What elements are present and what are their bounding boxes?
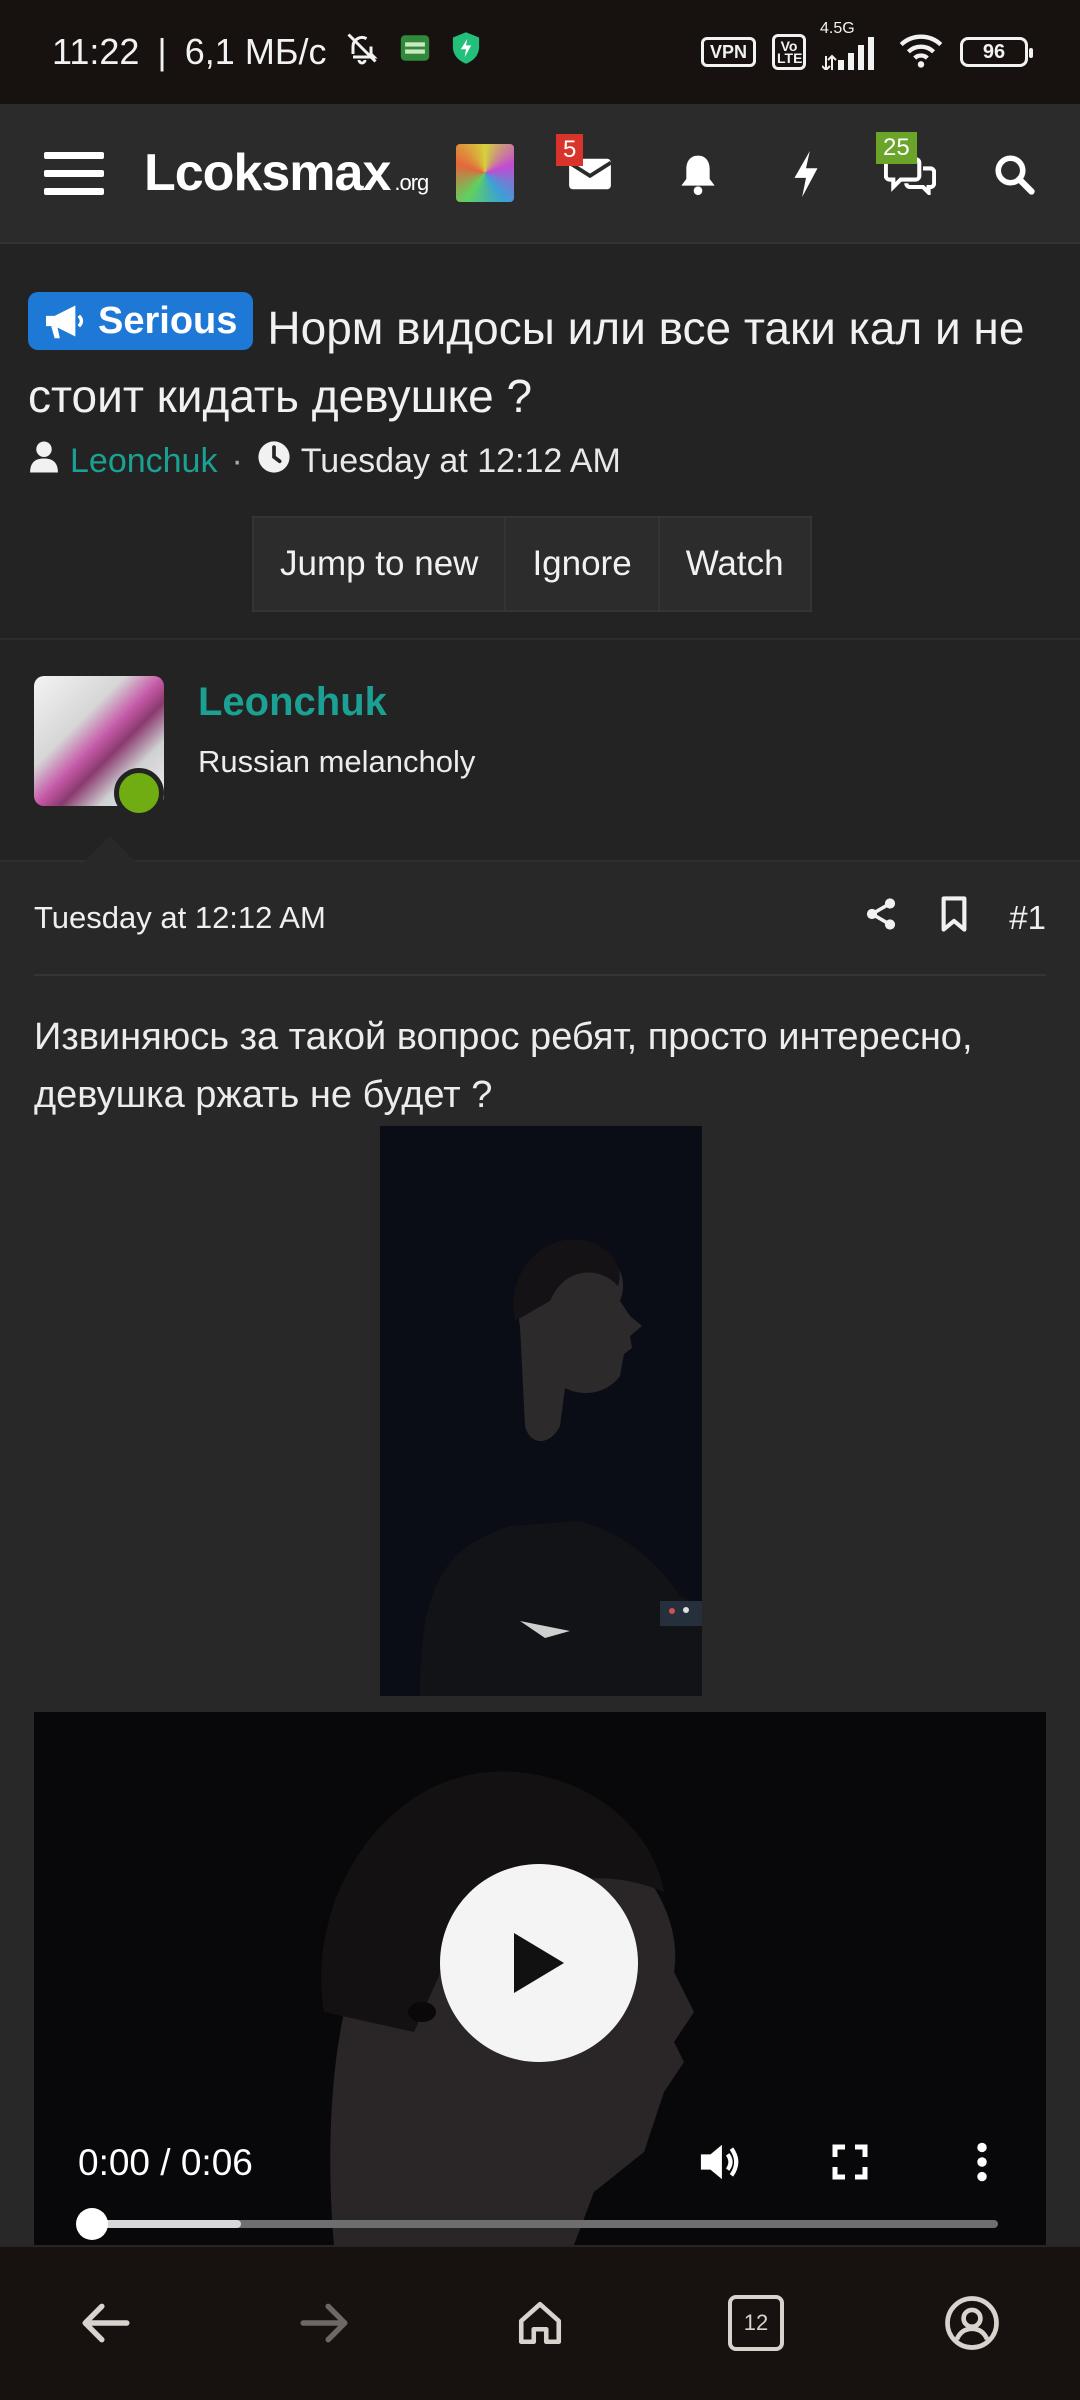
user-title: Russian melancholy bbox=[198, 744, 476, 779]
video-scrubber-handle[interactable] bbox=[76, 2208, 108, 2240]
more-options-icon[interactable] bbox=[952, 2132, 1012, 2192]
play-icon bbox=[514, 1933, 564, 1993]
clock: 11:22 bbox=[52, 31, 140, 72]
menu-icon[interactable] bbox=[44, 151, 104, 195]
user-name-link[interactable]: Leonchuk bbox=[198, 680, 387, 725]
inbox-count-badge: 5 bbox=[556, 134, 584, 166]
thread-action-buttons: Jump to new Ignore Watch bbox=[252, 516, 812, 612]
volume-icon[interactable] bbox=[690, 2132, 750, 2192]
prefix-text: Serious bbox=[98, 300, 238, 342]
profile-button[interactable] bbox=[936, 2287, 1008, 2359]
play-button[interactable] bbox=[440, 1864, 638, 2062]
ignore-button[interactable]: Ignore bbox=[506, 518, 660, 610]
post-actions: #1 bbox=[863, 895, 1046, 941]
vpn-icon: VPN bbox=[700, 37, 756, 67]
bookmark-icon[interactable] bbox=[939, 895, 969, 941]
logo-text: Lcoksmax bbox=[144, 144, 391, 202]
home-icon bbox=[518, 2301, 562, 2345]
user-block-caret bbox=[84, 836, 136, 862]
home-button[interactable] bbox=[504, 2287, 576, 2359]
profile-icon bbox=[945, 2296, 999, 2350]
battery-indicator: 96 bbox=[960, 37, 1033, 67]
post-message: Tuesday at 12:12 AM #1 Извиняюсь за тако… bbox=[0, 862, 1080, 2245]
clock-icon bbox=[257, 440, 291, 483]
user-icon bbox=[28, 440, 60, 483]
conversations-button[interactable]: 25 bbox=[876, 132, 940, 204]
app-notification-icon bbox=[398, 31, 432, 74]
video-buffered-fill bbox=[92, 2220, 242, 2228]
post-body-text: Извиняюсь за такой вопрос ребят, просто … bbox=[34, 1016, 973, 1116]
volte-icon: Vo LTE bbox=[772, 34, 806, 70]
post-date[interactable]: Tuesday at 12:12 AM bbox=[34, 900, 326, 936]
tabs-button[interactable]: 12 bbox=[720, 2287, 792, 2359]
attached-photo[interactable] bbox=[380, 1126, 702, 1696]
site-logo[interactable]: Lcoksmax .org bbox=[144, 143, 429, 203]
logo-suffix: .org bbox=[394, 170, 429, 195]
network-type: 4.5G bbox=[820, 20, 855, 37]
search-icon bbox=[995, 155, 1035, 195]
system-status-bar: 11:22 | 6,1 МБ/с VPN Vo LTE 4.5G 96 bbox=[0, 0, 1080, 104]
browser-bottom-bar: 12 bbox=[0, 2245, 1080, 2400]
tab-count: 12 bbox=[728, 2295, 784, 2351]
share-icon[interactable] bbox=[863, 896, 899, 940]
thread-title: Serious Норм видосы или все таки кал и н… bbox=[28, 292, 1058, 430]
mute-bell-icon bbox=[344, 30, 380, 75]
thread-prefix-label[interactable]: Serious bbox=[28, 292, 254, 350]
signal-icon: 4.5G bbox=[820, 20, 882, 70]
alerts-button[interactable] bbox=[668, 144, 728, 204]
video-time: 0:00 / 0:06 bbox=[78, 2142, 253, 2183]
megaphone-icon bbox=[46, 305, 84, 339]
inbox-button[interactable]: 5 bbox=[556, 134, 620, 204]
thread-header: Serious Норм видосы или все таки кал и н… bbox=[0, 244, 1080, 640]
whats-new-button[interactable] bbox=[776, 144, 836, 204]
account-avatar[interactable] bbox=[456, 144, 515, 202]
wifi-icon bbox=[898, 32, 944, 73]
conversations-count-badge: 25 bbox=[876, 132, 917, 164]
meta-separator: · bbox=[231, 442, 243, 480]
post-number-link[interactable]: #1 bbox=[1009, 899, 1046, 937]
jump-to-new-button[interactable]: Jump to new bbox=[254, 518, 507, 610]
fullscreen-icon[interactable] bbox=[820, 2132, 880, 2192]
status-separator: | bbox=[157, 31, 167, 72]
video-progress-bar[interactable] bbox=[76, 2208, 998, 2240]
shield-icon bbox=[450, 31, 482, 74]
search-button[interactable] bbox=[984, 144, 1044, 204]
arrow-right-icon bbox=[300, 2303, 348, 2343]
arrow-left-icon bbox=[82, 2303, 130, 2343]
video-player[interactable]: 0:00 / 0:06 bbox=[34, 1712, 1046, 2245]
photo-content bbox=[380, 1126, 702, 1696]
back-button[interactable] bbox=[70, 2287, 142, 2359]
lightning-icon bbox=[794, 151, 818, 197]
thread-meta: Leonchuk · Tuesday at 12:12 AM bbox=[28, 440, 621, 483]
post-meta-bar: Tuesday at 12:12 AM #1 bbox=[34, 862, 1046, 976]
thread-start-date[interactable]: Tuesday at 12:12 AM bbox=[301, 442, 621, 481]
thread-author-link[interactable]: Leonchuk bbox=[70, 442, 217, 481]
bell-icon bbox=[681, 155, 715, 195]
online-status-indicator bbox=[114, 768, 164, 818]
watch-button[interactable]: Watch bbox=[660, 518, 810, 610]
forward-button[interactable] bbox=[288, 2287, 360, 2359]
network-speed: 6,1 МБ/с bbox=[184, 31, 327, 72]
post-user-block: Leonchuk Russian melancholy bbox=[0, 640, 1080, 862]
site-header: Lcoksmax .org 5 25 bbox=[0, 104, 1080, 244]
